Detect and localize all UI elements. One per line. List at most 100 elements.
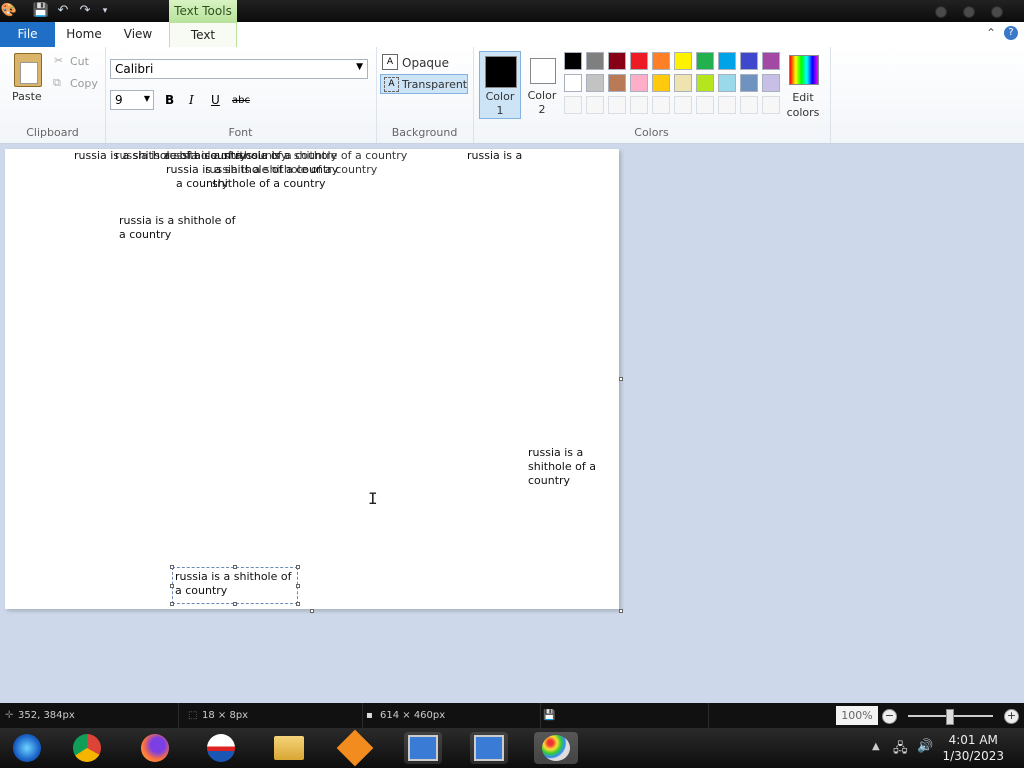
clock[interactable]: 4:01 AM 1/30/2023 [942, 732, 1004, 764]
palette-swatch[interactable] [696, 74, 714, 92]
palette-swatch[interactable] [718, 96, 736, 114]
canvas-text: russia is a [467, 149, 523, 162]
tab-text[interactable]: Text [169, 22, 237, 48]
taskbar-explorer[interactable] [270, 732, 308, 764]
palette-swatch[interactable] [696, 52, 714, 70]
clock-time: 4:01 AM [948, 733, 998, 747]
paste-icon[interactable] [14, 53, 42, 87]
palette-swatch[interactable] [630, 96, 648, 114]
resize-handle[interactable] [170, 602, 174, 606]
palette-swatch[interactable] [652, 74, 670, 92]
palette-swatch[interactable] [674, 74, 692, 92]
tab-view[interactable]: View [112, 22, 164, 47]
palette-swatch[interactable] [630, 52, 648, 70]
close-button[interactable] [991, 6, 1003, 18]
show-hidden-icons[interactable]: ▲ [872, 741, 880, 752]
italic-button[interactable]: I [189, 93, 194, 107]
strikethrough-button[interactable]: abc [232, 95, 250, 106]
zoom-slider-thumb[interactable] [946, 709, 954, 725]
edit-colors-icon[interactable] [789, 55, 819, 85]
zoom-in-button[interactable]: + [1004, 709, 1019, 724]
palette-swatch[interactable] [674, 52, 692, 70]
canvas-resize-handle-right[interactable] [619, 377, 623, 381]
network-icon[interactable]: 🖧 [893, 739, 908, 761]
undo-icon[interactable]: ↶ [54, 2, 72, 20]
canvas-text: a country [119, 228, 172, 241]
taskbar-box-app[interactable] [336, 729, 374, 767]
palette-swatch[interactable] [762, 52, 780, 70]
canvas-resize-handle-bottom[interactable] [310, 609, 314, 613]
palette-swatch[interactable] [652, 96, 670, 114]
palette-swatch[interactable] [740, 96, 758, 114]
resize-handle[interactable] [233, 565, 237, 569]
bold-button[interactable]: B [165, 93, 174, 107]
palette-swatch[interactable] [762, 74, 780, 92]
zoom-out-button[interactable]: − [882, 709, 897, 724]
taskbar-paint[interactable] [534, 732, 578, 764]
palette-swatch[interactable] [564, 52, 582, 70]
resize-handle[interactable] [296, 584, 300, 588]
start-button[interactable] [8, 732, 46, 764]
cursor-icon: ✛ [5, 710, 14, 721]
cut-icon: ✂ [54, 54, 64, 67]
palette-swatch[interactable] [740, 74, 758, 92]
palette-swatch[interactable] [564, 74, 582, 92]
volume-icon[interactable]: 🔊 [917, 739, 933, 754]
collapse-ribbon-icon[interactable]: ⌃ [986, 26, 996, 40]
colors-group: Color 1 Color 2 Edit colors Colors [473, 47, 831, 143]
canvas-resize-handle-corner[interactable] [619, 609, 623, 613]
resize-handle[interactable] [233, 602, 237, 606]
drawing-canvas[interactable]: russia is a shithole of a country russia… [5, 149, 619, 609]
palette-swatch[interactable] [674, 96, 692, 114]
resize-handle[interactable] [170, 584, 174, 588]
palette-swatch[interactable] [652, 52, 670, 70]
active-text-box[interactable]: russia is a shithole of a country [172, 567, 298, 604]
palette-swatch[interactable] [608, 96, 626, 114]
canvas-text: country [528, 474, 571, 487]
palette-swatch[interactable] [608, 74, 626, 92]
palette-swatch[interactable] [762, 96, 780, 114]
taskbar-app[interactable] [202, 732, 240, 764]
installer-icon [474, 735, 504, 761]
resize-handle[interactable] [296, 565, 300, 569]
canvas-text: russia is a shithole of [119, 214, 236, 227]
underline-button[interactable]: U [211, 93, 220, 107]
cut-button[interactable]: Cut [70, 55, 89, 68]
maximize-button[interactable] [963, 6, 975, 18]
resize-handle[interactable] [296, 602, 300, 606]
palette-swatch[interactable] [586, 52, 604, 70]
clipboard-group: Paste ✂ Cut ⧉ Copy Clipboard [0, 47, 106, 143]
palette-swatch[interactable] [586, 74, 604, 92]
palette-swatch[interactable] [696, 96, 714, 114]
palette-swatch[interactable] [608, 52, 626, 70]
font-size-dropdown[interactable]: 9 ▼ [110, 90, 154, 110]
resize-handle[interactable] [170, 565, 174, 569]
opaque-button[interactable]: A Opaque [382, 54, 468, 72]
palette-swatch[interactable] [586, 96, 604, 114]
palette-swatch[interactable] [740, 52, 758, 70]
palette-swatch[interactable] [630, 74, 648, 92]
folder-icon [274, 736, 304, 760]
customize-qat-icon[interactable]: ▾ [96, 2, 114, 20]
palette-swatch[interactable] [564, 96, 582, 114]
taskbar-installer-2[interactable] [470, 732, 508, 764]
paint-app-icon[interactable]: 🎨 [0, 2, 18, 20]
palette-swatch[interactable] [718, 74, 736, 92]
taskbar-chrome[interactable] [68, 732, 106, 764]
palette-swatch[interactable] [718, 52, 736, 70]
save-icon[interactable]: 💾 [32, 2, 50, 20]
edit-colors-button[interactable]: Edit colors [783, 90, 823, 120]
paste-button[interactable]: Paste [12, 90, 42, 103]
taskbar-installer-1[interactable] [404, 732, 442, 764]
copy-button[interactable]: Copy [70, 77, 98, 90]
help-icon[interactable]: ? [1004, 26, 1018, 40]
minimize-button[interactable] [935, 6, 947, 18]
taskbar-firefox[interactable] [136, 732, 174, 764]
redo-icon[interactable]: ↷ [76, 2, 94, 20]
color1-button[interactable]: Color 1 [479, 51, 521, 119]
transparent-button[interactable]: A Transparent [380, 74, 468, 94]
color2-button[interactable]: Color 2 [527, 51, 569, 119]
tab-home[interactable]: Home [58, 22, 110, 47]
tab-file[interactable]: File [0, 22, 55, 47]
font-family-dropdown[interactable]: Calibri ▼ [110, 59, 368, 79]
